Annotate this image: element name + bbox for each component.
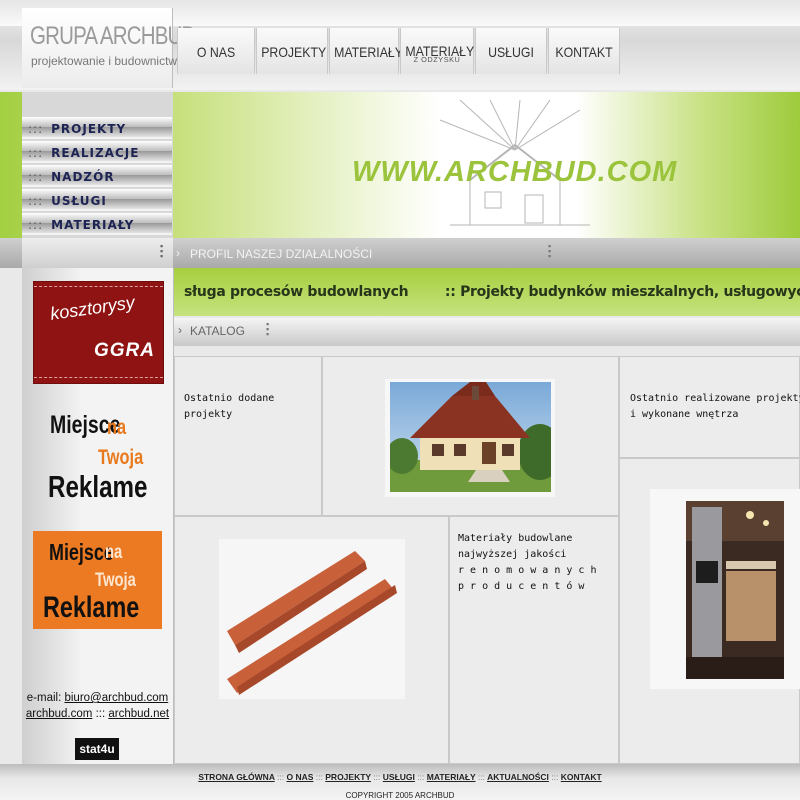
ad-line: na (107, 416, 127, 439)
nav-o-nas[interactable]: O NAS (177, 28, 255, 74)
ad-line: Twoja (95, 570, 136, 591)
chevron-right-icon: › (176, 246, 180, 260)
bullet-dots: ::: (28, 146, 44, 160)
footer-link-aktualnosci[interactable]: AKTUALNOŚCI (487, 772, 549, 782)
marquee-text: sługa procesów budowlanych :: Projekty b… (184, 284, 800, 300)
logo-subtitle: projektowanie i budownictwo (31, 54, 184, 68)
materials-text-cell: Materiały budowlane najwyższej jakości r… (449, 516, 619, 764)
footer-link-kontakt[interactable]: KONTAKT (561, 772, 602, 782)
footer-link-projekty[interactable]: PROJEKTY (325, 772, 371, 782)
nav-label: PROJEKTY (261, 44, 327, 60)
side-menu-label: USŁUGI (51, 194, 107, 208)
banner-website-url: WWW.ARCHBUD.COM (352, 156, 678, 188)
ad-kosztorysy-text: kosztorysy (48, 292, 136, 324)
grip-dots-icon: ▪ ▪ ▪ (548, 241, 552, 261)
nav-projekty[interactable]: PROJEKTY (256, 28, 328, 74)
left-column-header (22, 238, 173, 268)
chevron-right-icon: › (178, 323, 182, 337)
ad-placeholder-1[interactable]: Miejsce na Twoja Reklame (40, 405, 165, 513)
domain-link-net[interactable]: archbud.net (108, 708, 169, 720)
recent-realizations-cell: Ostatnio realizowane projekty i wykonane… (619, 356, 800, 458)
house-photo-image[interactable] (390, 382, 551, 492)
nav-label: MATERIAŁY (334, 44, 403, 60)
marquee-banner: sługa procesów budowlanych :: Projekty b… (174, 268, 800, 316)
logo[interactable]: GRUPA ARCHBUD projektowanie i budownictw… (22, 8, 196, 88)
side-menu-label: NADZÓR (51, 170, 115, 184)
wooden-beams-image[interactable] (225, 545, 405, 695)
recent-realizations-text: Ostatnio realizowane projekty i wykonane… (630, 393, 800, 420)
footer-link-home[interactable]: STRONA GŁÓWNA (198, 772, 274, 782)
side-menu-item-nadzor[interactable]: ::: NADZÓR (22, 165, 172, 187)
nav-sublabel: Z ODZYSKU (413, 57, 461, 64)
email-label: e-mail: (26, 692, 62, 704)
ad-line: Reklame (48, 469, 148, 504)
nav-label: O NAS (196, 44, 236, 60)
side-menu-label: REALIZACJE (51, 146, 140, 160)
nav-materialy-z-odzysku[interactable]: MATERIAŁY Z ODZYSKU (400, 28, 474, 74)
section-title-profil: PROFIL NASZEJ DZIAŁALNOŚCI (190, 247, 373, 261)
separator: ::: (417, 772, 425, 782)
grip-dots-icon: ▪ ▪ ▪ (266, 319, 270, 339)
separator: ::: (373, 772, 381, 782)
ad-ggra-logo: GGRA (94, 340, 155, 361)
email-link[interactable]: biuro@archbud.com (64, 692, 168, 704)
domain-link-com[interactable]: archbud.com (26, 708, 92, 720)
section-title-katalog: KATALOG (190, 324, 245, 338)
side-menu-label: MATERIAŁY (51, 218, 135, 232)
nav-kontakt[interactable]: KONTAKT (548, 28, 620, 74)
ad-placeholder-2[interactable]: Miejsce na Twoja Reklame (33, 531, 162, 629)
interior-image-cell (619, 458, 800, 764)
grip-dots-icon: ▪ ▪ ▪ (160, 241, 164, 261)
side-menu-item-materialy[interactable]: ::: MATERIAŁY (22, 213, 172, 235)
logo-title: GRUPA ARCHBUD (30, 22, 196, 50)
nav-label: MATERIAŁY (405, 43, 475, 59)
stat4u-badge[interactable]: stat4u (75, 738, 119, 760)
materials-image-cell (174, 516, 449, 764)
nav-uslugi[interactable]: USŁUGI (475, 28, 547, 74)
ad-line: Twoja (98, 446, 144, 469)
ad-line: Reklame (43, 591, 140, 624)
materials-text: Materiały budowlane najwyższej jakości r… (458, 533, 597, 592)
separator: ::: (95, 708, 106, 720)
ad-kosztorysy[interactable]: kosztorysy GGRA (33, 281, 164, 384)
separator: ::: (315, 772, 323, 782)
side-menu-item-realizacje[interactable]: ::: REALIZACJE (22, 141, 172, 163)
separator: ::: (551, 772, 559, 782)
separator: ::: (277, 772, 285, 782)
contact-info: e-mail: biuro@archbud.com archbud.com ::… (22, 690, 173, 722)
recent-projects-cell: Ostatnio dodane projekty (174, 356, 322, 516)
side-menu-label: PROJEKTY (51, 122, 127, 136)
separator: ::: (477, 772, 486, 782)
bullet-dots: ::: (28, 170, 44, 184)
bullet-dots: ::: (28, 122, 44, 136)
nav-materialy[interactable]: MATERIAŁY (329, 28, 403, 74)
ad-line: na (105, 542, 123, 563)
footer-link-uslugi[interactable]: USŁUGI (383, 772, 415, 782)
divider (34, 377, 163, 378)
recent-projects-text: Ostatnio dodane projekty (184, 393, 275, 420)
copyright: COPYRIGHT 2005 ARCHBUD (345, 791, 455, 800)
side-menu-item-projekty[interactable]: ::: PROJEKTY (22, 117, 172, 139)
footer-link-materialy[interactable]: MATERIAŁY (427, 772, 476, 782)
footer-link-o-nas[interactable]: O NAS (287, 772, 314, 782)
nav-label: KONTAKT (555, 44, 613, 60)
side-menu-item-uslugi[interactable]: ::: USŁUGI (22, 189, 172, 211)
divider (34, 286, 163, 287)
kitchen-interior-image[interactable] (686, 501, 784, 679)
footer-links: STRONA GŁÓWNA ::: O NAS ::: PROJEKTY :::… (0, 772, 800, 782)
bullet-dots: ::: (28, 218, 44, 232)
featured-project-cell (322, 356, 619, 516)
nav-label: USŁUGI (488, 44, 534, 60)
bullet-dots: ::: (28, 194, 44, 208)
